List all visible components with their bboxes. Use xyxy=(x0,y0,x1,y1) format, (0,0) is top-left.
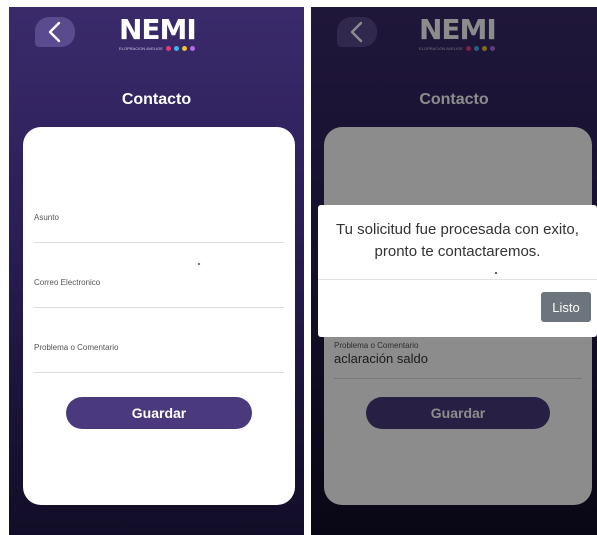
subject-field[interactable]: Asunto xyxy=(34,213,284,243)
cursor-dot xyxy=(198,263,200,265)
logo-dot xyxy=(174,46,179,51)
confirm-button[interactable]: Listo xyxy=(541,292,591,322)
cursor-dot xyxy=(495,272,497,274)
back-button[interactable] xyxy=(35,17,75,47)
nemi-logo: NEMI ELOPRACION AVELIGENTE xyxy=(119,15,201,55)
logo-dot xyxy=(182,46,187,51)
comment-label: Problema o Comentario xyxy=(34,343,119,352)
dialog-message: Tu solicitud fue procesada con exito, pr… xyxy=(336,221,579,260)
subject-label: Asunto xyxy=(34,213,59,222)
contact-form-card: Asunto Correo Electronico Problema o Com… xyxy=(23,127,295,505)
logo-text: NEMI xyxy=(119,13,197,46)
logo-dot xyxy=(166,46,171,51)
logo-tagline: ELOPRACION AVELIGENTE xyxy=(119,46,163,51)
chevron-left-icon xyxy=(48,21,61,43)
success-dialog: Tu solicitud fue procesada con exito, pr… xyxy=(318,205,597,337)
email-field[interactable]: Correo Electronico xyxy=(34,278,284,308)
email-label: Correo Electronico xyxy=(34,278,101,287)
contact-screen-success: NEMI ELOPRACION AVELIGENTE Contacto Prob… xyxy=(311,7,597,535)
logo-dot xyxy=(190,46,195,51)
save-button[interactable]: Guardar xyxy=(66,397,252,429)
page-title: Contacto xyxy=(121,91,192,108)
dialog-divider xyxy=(318,279,597,280)
contact-screen-form: NEMI ELOPRACION AVELIGENTE Contacto Asun… xyxy=(9,7,304,535)
comment-field[interactable]: Problema o Comentario xyxy=(34,343,284,373)
